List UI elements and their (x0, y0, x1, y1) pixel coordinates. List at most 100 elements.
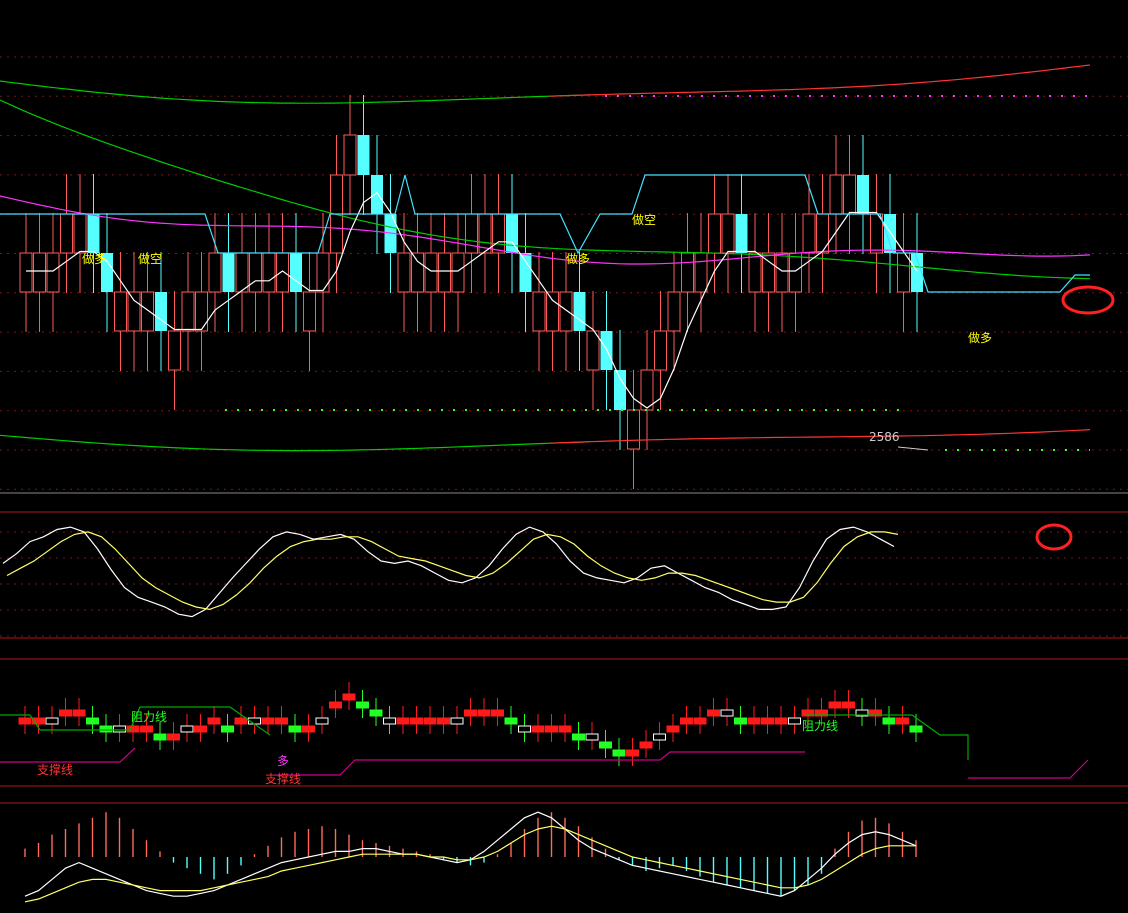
oscillator-highlight-circle (1035, 523, 1073, 551)
candle-body (789, 252, 802, 293)
candle-body (465, 213, 478, 254)
strip-bar (909, 725, 923, 733)
strip-bar (383, 717, 396, 725)
strip-bar (545, 725, 558, 733)
strip-bar (126, 725, 140, 733)
candle-body (694, 252, 708, 293)
candle-body (290, 253, 302, 292)
candle-body (262, 252, 276, 293)
candle-body (168, 330, 181, 371)
strip-bar (99, 725, 113, 733)
candle-body (127, 291, 141, 332)
strip-bar (680, 717, 693, 725)
ma-magenta-line (0, 195, 1091, 265)
candle-body (870, 213, 883, 254)
strip-bar (18, 717, 32, 725)
strip-label: 支撑线 (37, 762, 73, 777)
strip-bar (653, 733, 666, 741)
candle-body (681, 252, 694, 293)
strip-bar (86, 717, 99, 725)
strip-bar (59, 709, 72, 717)
candle-body (87, 214, 100, 253)
strip-bar (167, 733, 180, 741)
strip-bar (585, 733, 599, 741)
strip-bar (734, 717, 747, 725)
strip-bar (288, 725, 302, 733)
signal-label: 做多 (968, 330, 992, 345)
strip-bar (720, 709, 734, 717)
strip-bar (302, 725, 315, 733)
lower-band-green (0, 434, 591, 452)
strip-bar (518, 725, 531, 733)
strip-bar (72, 709, 86, 717)
candle-body (249, 252, 262, 293)
low-price-pointer (897, 446, 929, 451)
histogram-main-line (24, 811, 917, 897)
upper-band-green (0, 80, 591, 104)
strip-label: 阻力线 (131, 710, 167, 724)
candle-body (397, 252, 411, 293)
candle-body (843, 174, 856, 215)
strip-bar (113, 725, 126, 733)
candle-body (492, 213, 505, 254)
candle-body (775, 252, 789, 293)
candle-body (141, 291, 154, 332)
strip-bar (234, 717, 248, 725)
strip-support-line (968, 759, 1089, 779)
strip-bar (531, 725, 545, 733)
candle-body (235, 252, 249, 293)
candle-body (532, 291, 546, 332)
strip-bar (140, 725, 153, 733)
candle-body (411, 252, 424, 293)
strip-bar (194, 725, 207, 733)
candle-body (46, 252, 60, 293)
strip-bar (491, 709, 504, 717)
candle-body (181, 291, 195, 332)
strip-bar (882, 717, 896, 725)
strip-bar (504, 717, 518, 725)
strip-bar (221, 725, 234, 733)
signal-label: 做空 (138, 251, 162, 266)
candle-body (667, 291, 681, 332)
candle-body (586, 330, 600, 371)
strip-label: 阻力线 (802, 719, 838, 733)
candle-body (114, 291, 127, 332)
strip-bar (437, 717, 450, 725)
strip-support-line (0, 747, 136, 763)
candle-body (208, 252, 222, 293)
signal-label: 做多 (566, 251, 590, 266)
strip-bar (558, 725, 572, 733)
candle-body (559, 291, 573, 332)
strip-bar (369, 709, 383, 717)
strip-bar (774, 717, 788, 725)
candle-body (884, 214, 896, 253)
strip-bar (315, 717, 329, 725)
strip-bar (180, 725, 194, 733)
strip-bar (747, 717, 761, 725)
candle-body (33, 252, 46, 293)
candle-body (640, 369, 654, 411)
candle-body (519, 253, 532, 292)
candle-body (721, 213, 735, 254)
chart-svg: 做多 做空 做多做空做多2586阻力线支撑线多支撑线阻力线 (0, 56, 1128, 903)
strip-bar (572, 733, 585, 741)
strip-bar (423, 717, 437, 725)
strip-bar (261, 717, 275, 725)
strip-bar (464, 709, 477, 717)
candle-body (343, 134, 357, 176)
mid-band-line (0, 99, 1091, 280)
chart-stage: 做多 做空 做多 做空 做多 2586 阻力线 支撑线多支撑线 阻力线 (0, 0, 1128, 913)
highlight-circle (1061, 285, 1115, 315)
low-price-label: 2586 (869, 430, 900, 444)
strip-bar (450, 717, 464, 725)
strip-bar (410, 717, 423, 725)
candle-body (155, 292, 167, 331)
strip-bar (693, 717, 707, 725)
candle-body (424, 252, 438, 293)
strip-bar (788, 717, 801, 725)
candle-body (600, 331, 613, 370)
candle-body (276, 252, 289, 293)
candle-body (708, 213, 721, 254)
candle-body (573, 292, 586, 331)
strip-bar (45, 717, 59, 725)
